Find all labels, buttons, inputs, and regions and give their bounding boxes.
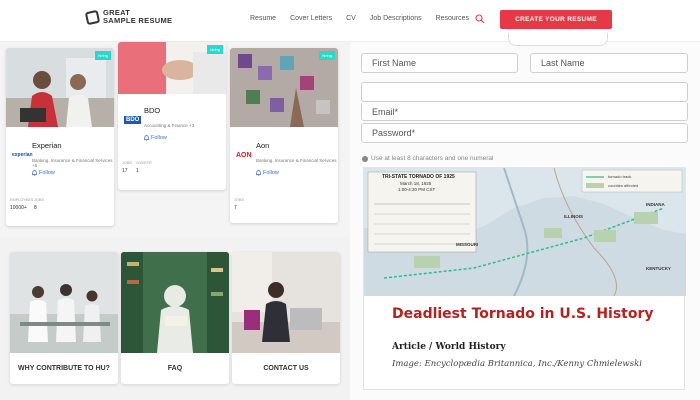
section-tab [508,33,608,46]
library-image [121,252,229,353]
legend-track: tornado track [608,174,632,179]
company-name[interactable]: BDO [144,106,160,115]
nav-resume[interactable]: Resume [250,15,276,22]
logo-line-2: SAMPLE RESUME [103,16,173,25]
map-subtitle: March 18, 1925 [400,181,432,186]
email-field[interactable]: Email* [361,103,688,121]
tile-why-contribute[interactable]: WHY CONTRIBUTE TO HU? [10,252,118,384]
company-photo: hiring [230,48,338,127]
map-state-missouri: MISSOURI [456,242,479,247]
bell-icon [256,170,261,176]
company-photo: hiring [118,42,226,94]
stat-label: JOBS [122,161,132,165]
password-hint-text: Use at least 8 characters and one numera… [371,155,494,162]
first-name-placeholder: First Name [372,58,417,68]
company-name[interactable]: Experian [32,141,62,150]
nav-cv[interactable]: CV [346,15,356,22]
follow-label: Follow [263,170,279,176]
map-time: 1:00-4:30 PM CST [398,187,436,192]
company-name[interactable]: Aon [256,141,269,150]
legend-counties: counties affected [608,183,639,188]
article-category: Article / World History [392,342,506,352]
site-logo[interactable]: GREAT SAMPLE RESUME [84,9,172,25]
bell-icon [32,170,37,176]
experian-logo: experian [12,152,33,158]
nav-cover-letters[interactable]: Cover Letters [290,15,332,22]
search-icon[interactable] [475,14,485,24]
follow-button[interactable]: Follow [144,135,167,141]
tile-contact-us[interactable]: CONTACT US [232,252,340,384]
follow-label: Follow [39,170,55,176]
map-title: TRI-STATE TORNADO OF 1925 [382,174,455,180]
article-title[interactable]: Deadliest Tornado in U.S. History [392,307,672,322]
password-hint: Use at least 8 characters and one numera… [362,155,493,162]
lab-image [10,252,118,353]
stat-value: 17 [122,168,128,174]
company-card-bdo[interactable]: hiring BDO BDO Accounting & Finance +3 F… [118,42,226,190]
company-industry: Banking, Insurance & Financial Services … [32,158,113,168]
password-placeholder: Password* [372,128,416,138]
follow-button[interactable]: Follow [32,170,55,176]
company-photo: hiring [6,48,114,127]
company-card-aon[interactable]: hiring AON Aon Banking, Insurance & Fina… [230,48,338,223]
bdo-logo: BDO [124,116,142,124]
stat-value: 10000+ [10,205,27,211]
bell-icon [144,135,149,141]
tornado-map-image: TRI-STATE TORNADO OF 1925 March 18, 1925… [364,168,686,296]
map-state-illinois: ILLINOIS [564,214,583,219]
map-state-indiana: INDIANA [646,202,665,207]
follow-button[interactable]: Follow [256,170,279,176]
tile-label: CONTACT US [263,365,309,372]
image-credit: Image: Encyclopædia Britannica, Inc./Ken… [392,359,642,369]
password-field[interactable]: Password* [361,123,688,143]
follow-label: Follow [151,135,167,141]
nav-resources[interactable]: Resources [436,15,469,22]
stat-label: JOBS [234,198,244,202]
stat-label: JOBS [34,198,44,202]
stat-label: EMPLOYEES [10,198,34,202]
main-nav: Resume Cover Letters CV Job Descriptions… [250,15,483,22]
tile-label: WHY CONTRIBUTE TO HU? [18,365,110,372]
nav-job-descriptions[interactable]: Job Descriptions [370,15,422,22]
stat-value: 8 [34,205,37,211]
article-card[interactable]: TRI-STATE TORNADO OF 1925 March 18, 1925… [363,167,686,390]
create-resume-button[interactable]: CREATE YOUR RESUME [500,10,612,29]
tile-faq[interactable]: FAQ [121,252,229,384]
stat-value: 7 [234,205,237,211]
logo-icon [84,9,101,25]
office-image [232,252,340,353]
extra-field[interactable] [361,82,688,102]
last-name-field[interactable]: Last Name [530,53,688,73]
map-state-kentucky: KENTUCKY [646,266,672,271]
tile-label: FAQ [167,365,183,372]
hiring-badge: hiring [95,51,111,60]
first-name-field[interactable]: First Name [361,53,518,73]
info-icon [362,155,368,162]
hiring-badge: hiring [207,45,223,54]
aon-logo: AON [236,152,252,159]
stat-label: OVERTR [136,161,152,165]
stat-value: 1 [136,168,139,174]
company-industry: Banking, Insurance & Financial Services [256,158,337,163]
last-name-placeholder: Last Name [541,58,585,68]
email-placeholder: Email* [372,106,399,117]
page: GREAT SAMPLE RESUME Resume Cover Letters… [0,0,700,400]
company-card-experian[interactable]: hiring experian Experian Banking, Insura… [6,48,114,226]
logo-text: GREAT SAMPLE RESUME [103,9,172,25]
hiring-badge: hiring [319,51,335,60]
company-industry: Accounting & Finance +3 [144,123,195,128]
